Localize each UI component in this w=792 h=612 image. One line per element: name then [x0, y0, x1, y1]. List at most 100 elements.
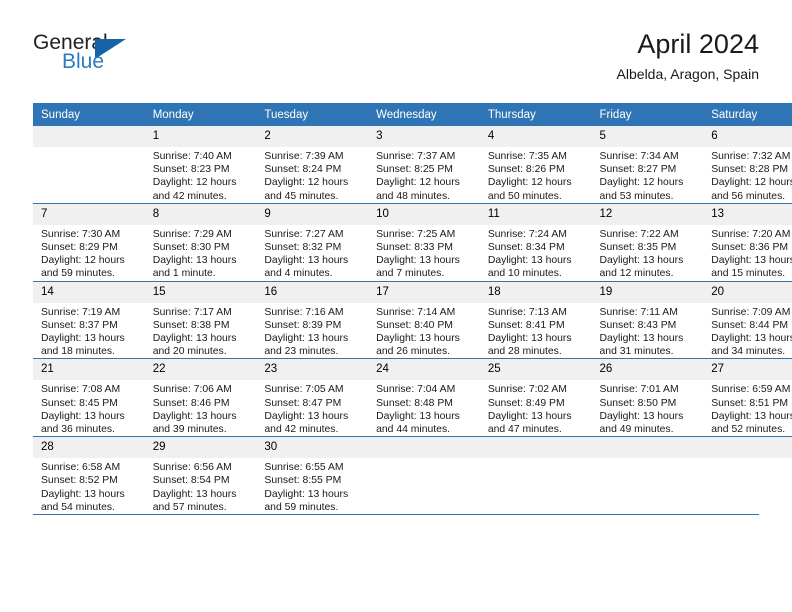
day-number: 8: [144, 203, 257, 225]
calendar-day-cell[interactable]: 29 Sunrise: 6:56 AM Sunset: 8:54 PM Dayligh…: [144, 436, 257, 515]
calendar-day-cell[interactable]: 28 Sunrise: 6:58 AM Sunset: 8:52 PM Dayligh…: [33, 436, 145, 515]
daylight-duration-line1: Daylight: 13 hours: [264, 255, 349, 267]
calendar-week-row: 7 Sunrise: 7:30 AM Sunset: 8:29 PM Daylight…: [33, 202, 792, 282]
daylight-duration-line1: Daylight: 12 hours: [376, 177, 460, 189]
daylight-duration-line2: and 18 minutes.: [41, 346, 115, 358]
calendar-day-cell[interactable]: 3 Sunrise: 7:37 AM Sunset: 8:25 PM Daylight…: [368, 126, 480, 203]
calendar-day-cell[interactable]: 11 Sunrise: 7:24 AM Sunset: 8:34 PM Dayligh…: [479, 202, 592, 282]
day-number: [479, 437, 592, 459]
daylight-duration-line1: Daylight: 13 hours: [711, 333, 792, 345]
daylight-duration-line2: and 7 minutes.: [376, 268, 445, 280]
calendar-day-cell[interactable]: 25 Sunrise: 7:02 AM Sunset: 8:49 PM Dayligh…: [479, 358, 592, 437]
daylight-duration-line1: Daylight: 13 hours: [599, 410, 684, 422]
sunset-time: Sunset: 8:32 PM: [264, 242, 342, 254]
calendar-day-cell[interactable]: 27 Sunrise: 6:59 AM Sunset: 8:51 PM Dayligh…: [703, 358, 792, 437]
sunrise-time: Sunrise: 7:04 AM: [376, 384, 456, 396]
sunset-time: Sunset: 8:49 PM: [487, 397, 565, 409]
calendar-day-cell[interactable]: 5 Sunrise: 7:34 AM Sunset: 8:27 PM Daylight…: [591, 126, 704, 203]
calendar-day-cell[interactable]: 18 Sunrise: 7:13 AM Sunset: 8:41 PM Dayligh…: [479, 280, 592, 359]
calendar-day-cell[interactable]: 16 Sunrise: 7:16 AM Sunset: 8:39 PM Dayligh…: [256, 280, 369, 359]
calendar-day-cell[interactable]: 8 Sunrise: 7:29 AM Sunset: 8:30 PM Daylight…: [144, 202, 257, 282]
calendar-day-cell[interactable]: 12 Sunrise: 7:22 AM Sunset: 8:35 PM Dayligh…: [591, 202, 704, 282]
calendar-day-cell[interactable]: 23 Sunrise: 7:05 AM Sunset: 8:47 PM Dayligh…: [256, 358, 369, 437]
daylight-duration-line1: Daylight: 13 hours: [41, 333, 125, 345]
day-details: Sunrise: 7:29 AM Sunset: 8:30 PM Daylight:…: [145, 225, 257, 281]
calendar-day-cell[interactable]: 15 Sunrise: 7:17 AM Sunset: 8:38 PM Dayligh…: [144, 280, 257, 359]
day-number: [703, 437, 792, 459]
day-number: 13: [703, 203, 792, 225]
sunrise-time: Sunrise: 7:19 AM: [41, 306, 121, 318]
calendar-day-cell[interactable]: 22 Sunrise: 7:06 AM Sunset: 8:46 PM Dayligh…: [144, 358, 257, 437]
daylight-duration-line1: Daylight: 13 hours: [41, 488, 125, 500]
calendar-page: General Blue April 2024 Albelda, Aragon,…: [0, 0, 792, 612]
day-number: 12: [591, 203, 704, 225]
day-number: 19: [591, 281, 704, 303]
calendar-day-cell[interactable]: 17 Sunrise: 7:14 AM Sunset: 8:40 PM Dayligh…: [368, 280, 480, 359]
calendar-day-cell[interactable]: 26 Sunrise: 7:01 AM Sunset: 8:50 PM Dayligh…: [591, 358, 704, 437]
calendar-day-cell[interactable]: 9 Sunrise: 7:27 AM Sunset: 8:32 PM Daylight…: [256, 202, 369, 282]
calendar-day-cell[interactable]: 21 Sunrise: 7:08 AM Sunset: 8:45 PM Dayligh…: [33, 358, 145, 437]
sunset-time: Sunset: 8:47 PM: [264, 397, 342, 409]
general-blue-logo[interactable]: General Blue: [33, 32, 163, 80]
day-details: Sunrise: 7:11 AM Sunset: 8:43 PM Daylight:…: [592, 303, 704, 359]
daylight-duration-line2: and 57 minutes.: [152, 501, 227, 513]
calendar-day-cell[interactable]: 2 Sunrise: 7:39 AM Sunset: 8:24 PM Daylight…: [256, 126, 369, 203]
calendar-day-cell[interactable]: 14 Sunrise: 7:19 AM Sunset: 8:37 PM Dayligh…: [33, 280, 145, 359]
calendar-day-cell[interactable]: 13 Sunrise: 7:20 AM Sunset: 8:36 PM Dayligh…: [703, 202, 792, 282]
calendar-day-cell[interactable]: 4 Sunrise: 7:35 AM Sunset: 8:26 PM Daylight…: [479, 126, 592, 203]
daylight-duration-line1: Daylight: 13 hours: [264, 410, 349, 422]
calendar-day-cell[interactable]: 7 Sunrise: 7:30 AM Sunset: 8:29 PM Daylight…: [33, 202, 145, 282]
calendar-day-cell[interactable]: 30 Sunrise: 6:55 AM Sunset: 8:55 PM Dayligh…: [256, 436, 369, 515]
calendar-day-cell[interactable]: 24 Sunrise: 7:04 AM Sunset: 8:48 PM Dayligh…: [368, 358, 480, 437]
sunrise-time: Sunrise: 7:08 AM: [41, 384, 121, 396]
daylight-duration-line1: Daylight: 13 hours: [711, 255, 792, 267]
daylight-duration-line1: Daylight: 13 hours: [711, 410, 792, 422]
day-number: 2: [256, 126, 369, 147]
calendar-day-cell-empty: [703, 436, 792, 515]
sunset-time: Sunset: 8:44 PM: [711, 319, 789, 331]
sunset-time: Sunset: 8:45 PM: [41, 397, 118, 409]
sunset-time: Sunset: 8:41 PM: [487, 319, 565, 331]
day-number: 18: [479, 281, 592, 303]
sunset-time: Sunset: 8:34 PM: [487, 242, 565, 254]
day-details: Sunrise: 7:17 AM Sunset: 8:38 PM Daylight:…: [145, 303, 257, 359]
sunset-time: Sunset: 8:48 PM: [376, 397, 453, 409]
day-number: 27: [703, 359, 792, 381]
sunrise-time: Sunrise: 7:14 AM: [376, 306, 456, 318]
day-number: 24: [368, 359, 480, 381]
calendar-day-cell[interactable]: 20 Sunrise: 7:09 AM Sunset: 8:44 PM Dayligh…: [703, 280, 792, 359]
day-number: 26: [591, 359, 704, 381]
day-details: Sunrise: 7:02 AM Sunset: 8:49 PM Daylight:…: [480, 380, 592, 436]
weekday-header-monday: Monday: [144, 103, 257, 126]
sunset-time: Sunset: 8:39 PM: [264, 319, 342, 331]
calendar-table: Sunday Monday Tuesday Wednesday Thursday…: [33, 103, 792, 515]
sunrise-time: Sunrise: 7:29 AM: [152, 228, 232, 240]
sunset-time: Sunset: 8:26 PM: [487, 164, 565, 176]
sunrise-time: Sunrise: 7:06 AM: [152, 384, 232, 396]
daylight-duration-line1: Daylight: 12 hours: [152, 177, 237, 189]
day-details: Sunrise: 7:22 AM Sunset: 8:35 PM Daylight:…: [592, 225, 704, 281]
day-number: 20: [703, 281, 792, 303]
day-details: Sunrise: 7:34 AM Sunset: 8:27 PM Daylight:…: [592, 147, 704, 203]
day-number: 6: [703, 126, 792, 147]
day-number: 4: [479, 126, 592, 147]
sunrise-time: Sunrise: 7:05 AM: [264, 384, 344, 396]
sunrise-time: Sunrise: 6:55 AM: [264, 462, 344, 474]
calendar-day-cell[interactable]: 19 Sunrise: 7:11 AM Sunset: 8:43 PM Dayligh…: [591, 280, 704, 359]
daylight-duration-line2: and 28 minutes.: [487, 346, 562, 358]
day-number: [33, 126, 145, 147]
day-number: 16: [256, 281, 369, 303]
daylight-duration-line1: Daylight: 13 hours: [376, 410, 460, 422]
calendar-day-cell[interactable]: 1 Sunrise: 7:40 AM Sunset: 8:23 PM Daylight…: [144, 126, 257, 203]
daylight-duration-line1: Daylight: 13 hours: [264, 333, 349, 345]
day-details: Sunrise: 7:09 AM Sunset: 8:44 PM Daylight:…: [703, 303, 792, 359]
sunrise-time: Sunrise: 7:39 AM: [264, 151, 344, 162]
sunrise-time: Sunrise: 7:35 AM: [487, 151, 567, 162]
daylight-duration-line1: Daylight: 12 hours: [599, 177, 684, 189]
daylight-duration-line1: Daylight: 13 hours: [152, 255, 237, 267]
calendar-day-cell[interactable]: 10 Sunrise: 7:25 AM Sunset: 8:33 PM Dayligh…: [368, 202, 480, 282]
daylight-duration-line2: and 12 minutes.: [599, 268, 674, 280]
calendar-day-cell-empty: [479, 436, 592, 515]
calendar-day-cell[interactable]: 6 Sunrise: 7:32 AM Sunset: 8:28 PM Daylight…: [703, 126, 792, 203]
daylight-duration-line1: Daylight: 12 hours: [264, 177, 349, 189]
